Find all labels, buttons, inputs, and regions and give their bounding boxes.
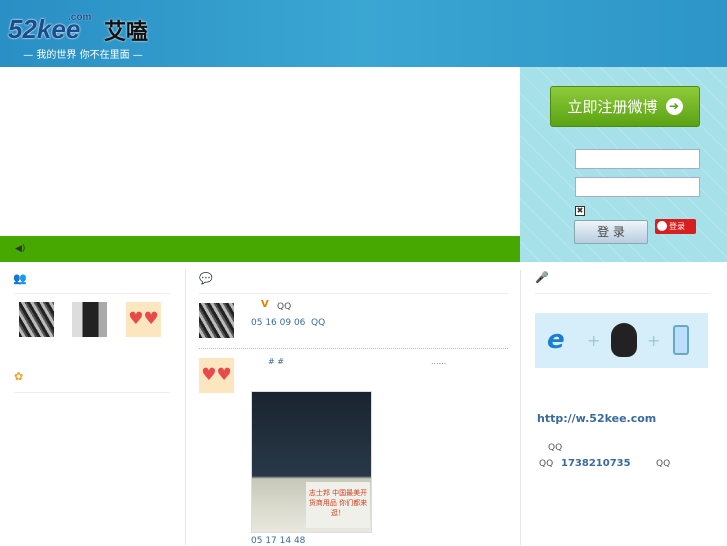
qq-text: QQ	[548, 443, 563, 453]
qq-text: QQ	[656, 459, 671, 469]
logo-cn: 艾嗑	[104, 20, 149, 45]
post-tags[interactable]: # #	[268, 357, 284, 366]
plus-icon: +	[647, 331, 661, 350]
qq-label: QQ	[539, 459, 554, 469]
login-button[interactable]: 登 录	[574, 220, 648, 244]
ie-qq-mobile-banner[interactable]: e + +	[535, 313, 708, 368]
post-avatar[interactable]: ♥♥	[199, 358, 234, 393]
ie-icon: e	[547, 325, 565, 355]
speaker-icon: ◀)	[15, 244, 26, 254]
friend-avatar[interactable]: ♥♥	[126, 302, 161, 337]
site-url-link[interactable]: http://w.52kee.com	[537, 412, 656, 425]
site-logo[interactable]: .com 52kee 艾嗑 — 我的世界 你不在里面 —	[8, 6, 163, 62]
divider	[535, 293, 710, 294]
plus-icon: +	[587, 331, 601, 350]
post-source: QQ	[277, 302, 292, 312]
friends-icon: 👥	[13, 272, 27, 285]
logo-text: 52kee	[8, 14, 81, 44]
qq-penguin-icon	[611, 323, 637, 357]
qq-number[interactable]: 1738210735	[561, 458, 631, 469]
post-time[interactable]: 05 16 09 06	[251, 318, 305, 328]
divider	[199, 293, 508, 294]
mobile-phone-icon	[673, 325, 689, 355]
microphone-icon: 🎤	[535, 271, 549, 284]
column-divider	[185, 270, 186, 545]
username-input[interactable]	[575, 149, 700, 169]
password-input[interactable]	[575, 177, 700, 197]
comment-icon: 💬	[199, 272, 213, 285]
photo-sign-text: 志士邦 中国最美开货商用品 你们都来逛！	[306, 482, 370, 528]
announcement-bar	[0, 236, 520, 262]
verified-badge-icon: V	[261, 299, 269, 310]
flower-icon: ✿	[14, 370, 24, 383]
arrow-right-icon: ➜	[665, 98, 683, 115]
remember-checkbox[interactable]: ✖	[575, 206, 585, 216]
sina-weibo-login-button[interactable]: 登录	[655, 219, 696, 234]
register-label: 立即注册微博	[567, 98, 658, 116]
column-divider	[520, 270, 521, 545]
friend-avatar[interactable]	[19, 302, 54, 337]
logo-slogan: — 我的世界 你不在里面 —	[23, 50, 143, 61]
register-weibo-button[interactable]: 立即注册微博 ➜	[550, 86, 700, 127]
post-photo[interactable]: 志士邦 中国最美开货商用品 你们都来逛！	[251, 391, 372, 533]
divider	[14, 293, 170, 294]
banner-area	[0, 67, 520, 236]
friend-avatar[interactable]	[72, 302, 107, 337]
post-via[interactable]: QQ	[311, 318, 325, 328]
divider	[14, 392, 170, 393]
post-avatar[interactable]	[199, 303, 234, 338]
post-more[interactable]: ......	[431, 357, 446, 366]
divider	[199, 348, 508, 349]
